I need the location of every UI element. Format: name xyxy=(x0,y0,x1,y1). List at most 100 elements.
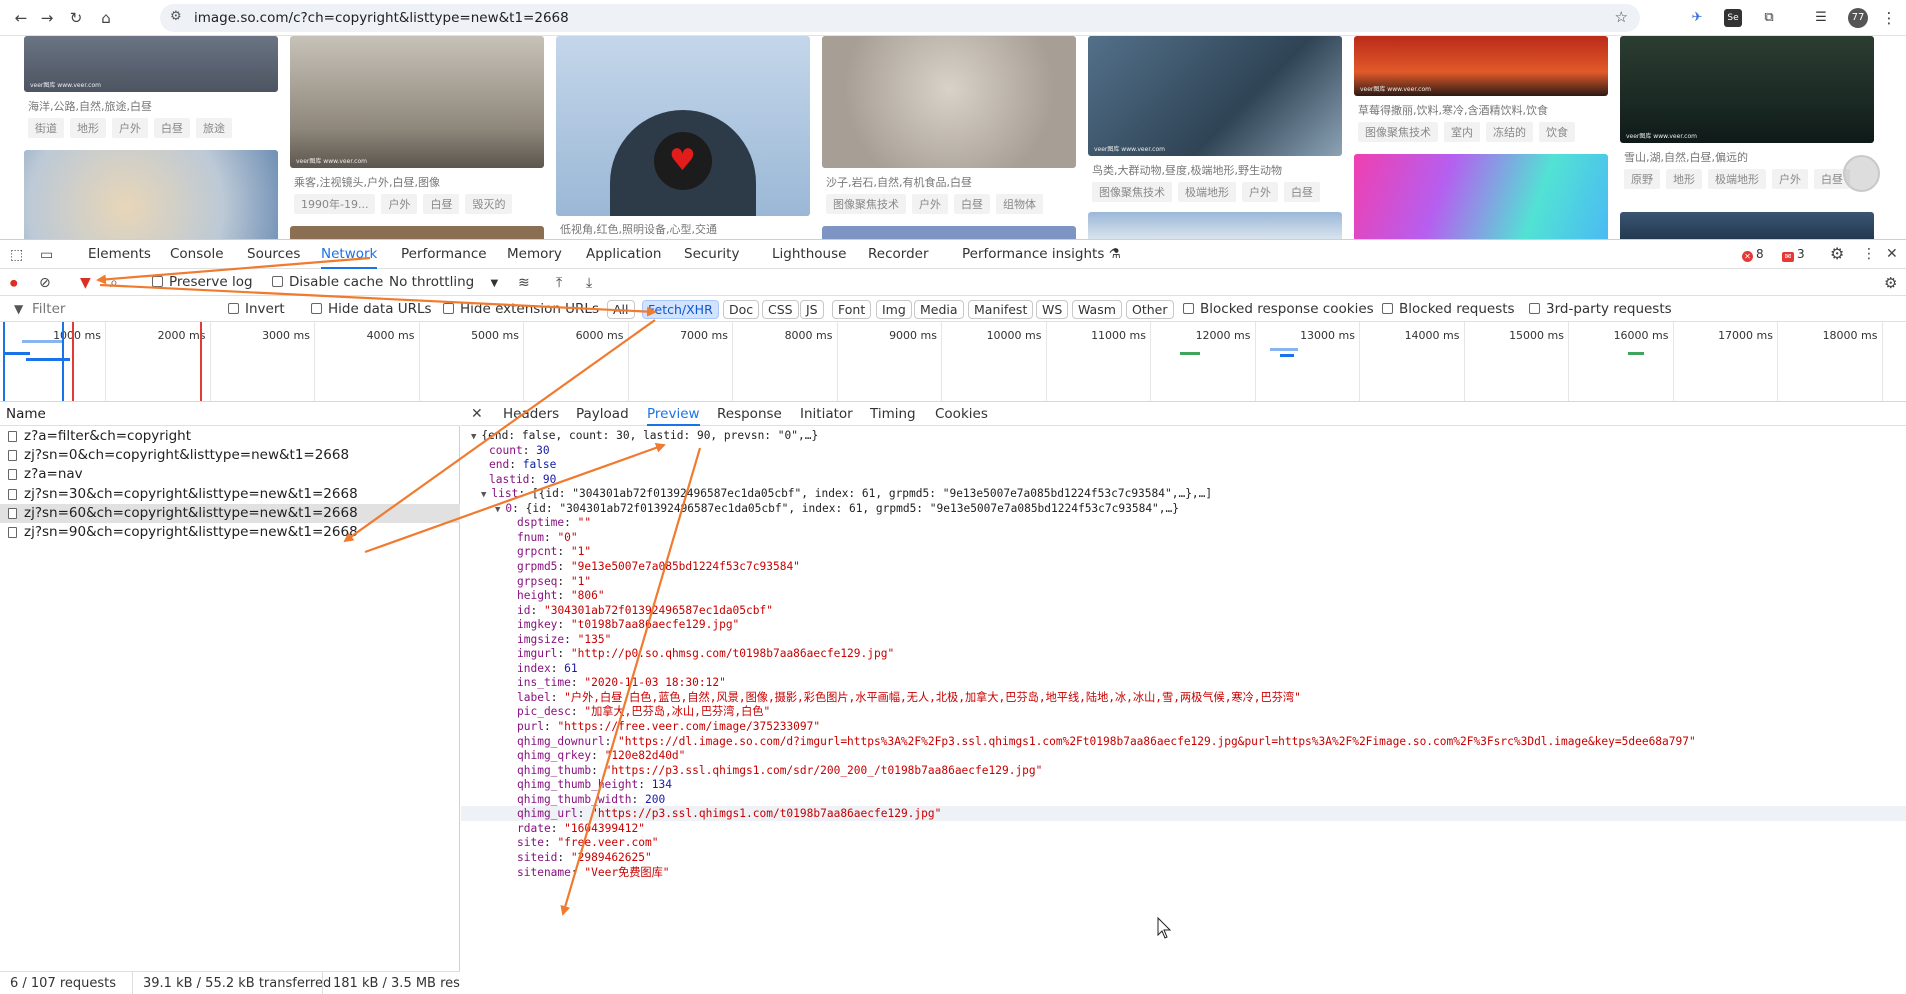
tab-headers[interactable]: Headers xyxy=(503,402,559,426)
request-row[interactable]: zj?sn=60&ch=copyright&listtype=new&t1=26… xyxy=(0,503,460,523)
tab-application[interactable]: Application xyxy=(586,240,661,269)
extensions-puzzle-icon[interactable]: ⧉ xyxy=(1760,9,1778,27)
tab-memory[interactable]: Memory xyxy=(507,240,562,269)
json-property-line[interactable]: ▼ list: [{id: "304301ab72f01392496587ec1d… xyxy=(481,486,1212,501)
extension-icon[interactable]: ✈ xyxy=(1688,9,1706,27)
filter-chip-all[interactable]: All xyxy=(607,300,635,319)
tab-timing[interactable]: Timing xyxy=(870,402,916,426)
tab-recorder[interactable]: Recorder xyxy=(868,240,929,269)
profile-avatar[interactable]: 77 xyxy=(1848,8,1868,28)
tab-network[interactable]: Network xyxy=(321,240,378,269)
settings-gear-icon[interactable]: ⚙ xyxy=(1830,245,1844,263)
filter-chip-wasm[interactable]: Wasm xyxy=(1072,300,1122,319)
filter-chip-css[interactable]: CSS xyxy=(762,300,799,319)
error-badge[interactable]: ✕ 8 xyxy=(1742,247,1764,262)
image-thumbnail[interactable] xyxy=(1088,212,1342,239)
inspect-element-icon[interactable]: ⬚ xyxy=(10,246,23,264)
forward-icon[interactable]: → xyxy=(36,7,58,29)
filter-chip-fetch-xhr[interactable]: Fetch/XHR xyxy=(642,300,719,319)
tag[interactable]: 室内 xyxy=(1444,122,1480,142)
tab-security[interactable]: Security xyxy=(684,240,739,269)
image-thumbnail[interactable] xyxy=(822,36,1076,168)
filter-chip-img[interactable]: Img xyxy=(876,300,912,319)
image-thumbnail[interactable]: veer图库 www.veer.com xyxy=(1620,36,1874,143)
tab-lighthouse[interactable]: Lighthouse xyxy=(772,240,846,269)
request-row[interactable]: zj?sn=30&ch=copyright&listtype=new&t1=26… xyxy=(0,485,460,504)
site-info-icon[interactable]: ⚙ xyxy=(170,9,182,24)
extension-icon[interactable]: Se xyxy=(1724,9,1742,27)
network-conditions-icon[interactable]: ≋ xyxy=(518,274,530,292)
tab-cookies[interactable]: Cookies xyxy=(935,402,988,426)
tab-console[interactable]: Console xyxy=(170,240,224,269)
close-devtools-icon[interactable]: ✕ xyxy=(1886,245,1898,263)
tag[interactable]: 旅途 xyxy=(196,118,232,138)
tag[interactable]: 饮食 xyxy=(1539,122,1575,142)
image-thumbnail[interactable] xyxy=(1620,212,1874,239)
clear-icon[interactable]: ⊘ xyxy=(39,274,51,292)
more-options-icon[interactable]: ⋮ xyxy=(1862,245,1876,263)
name-column-header[interactable]: Name xyxy=(0,402,460,426)
blocked-requests-checkbox[interactable]: Blocked requests xyxy=(1382,296,1515,322)
tab-initiator[interactable]: Initiator xyxy=(800,402,853,426)
filter-chip-doc[interactable]: Doc xyxy=(723,300,760,319)
image-thumbnail[interactable] xyxy=(1354,154,1608,239)
filter-chip-ws[interactable]: WS xyxy=(1036,300,1069,319)
tag[interactable]: 图像聚焦技术 xyxy=(1358,122,1438,142)
address-bar[interactable]: ⚙ image.so.com/c?ch=copyright&listtype=n… xyxy=(160,4,1640,32)
request-row[interactable]: zj?sn=90&ch=copyright&listtype=new&t1=26… xyxy=(0,523,460,542)
request-row[interactable]: z?a=filter&ch=copyright xyxy=(0,427,460,446)
tag[interactable]: 户外 xyxy=(381,194,418,214)
tag[interactable]: 白昼 xyxy=(154,118,190,138)
tag[interactable]: 户外 xyxy=(1242,182,1278,202)
preserve-log-checkbox[interactable]: Preserve log xyxy=(152,269,253,296)
tag[interactable]: 原野 xyxy=(1624,169,1660,189)
json-property-line[interactable]: ▼ 0: {id: "304301ab72f01392496587ec1da05c… xyxy=(495,501,1179,516)
hide-data-urls-checkbox[interactable]: Hide data URLs xyxy=(311,296,432,322)
image-thumbnail[interactable]: ♥ xyxy=(556,36,810,216)
json-root-line[interactable]: ▼ {end: false, count: 30, lastid: 90, pre… xyxy=(471,428,818,443)
device-toolbar-icon[interactable]: ▭ xyxy=(40,246,53,264)
network-overview-timeline[interactable]: 1000 ms 2000 ms 3000 ms 4000 ms 5000 ms 6000 … xyxy=(0,322,1906,402)
tab-response[interactable]: Response xyxy=(717,402,782,426)
tag[interactable]: 地形 xyxy=(70,118,106,138)
network-settings-icon[interactable]: ⚙ xyxy=(1884,274,1897,292)
tab-payload[interactable]: Payload xyxy=(576,402,629,426)
import-har-icon[interactable]: ⤒ xyxy=(556,274,562,292)
tag[interactable]: 户外 xyxy=(1772,169,1808,189)
close-detail-icon[interactable]: ✕ xyxy=(471,405,483,423)
third-party-requests-checkbox[interactable]: 3rd-party requests xyxy=(1529,296,1672,322)
tag[interactable]: 1990年-19... xyxy=(294,194,376,214)
tag[interactable]: 户外 xyxy=(112,118,148,138)
tag[interactable]: 毁灭的 xyxy=(465,194,513,214)
reload-icon[interactable]: ↻ xyxy=(65,7,87,29)
browser-menu-icon[interactable]: ⋮ xyxy=(1880,9,1898,27)
tag[interactable]: 地形 xyxy=(1666,169,1702,189)
tab-sources[interactable]: Sources xyxy=(247,240,300,269)
image-thumbnail[interactable] xyxy=(822,226,1076,239)
request-row[interactable]: zj?sn=0&ch=copyright&listtype=new&t1=266… xyxy=(0,446,460,465)
throttling-select[interactable]: No throttling ▼ xyxy=(389,269,498,296)
hide-extension-urls-checkbox[interactable]: Hide extension URLs xyxy=(443,296,599,322)
search-icon[interactable]: ⌕ xyxy=(110,274,118,292)
tab-performance-insights[interactable]: Performance insights ⚗ xyxy=(962,240,1121,269)
scroll-to-top-button[interactable] xyxy=(1843,155,1880,192)
reading-list-icon[interactable]: ☰ xyxy=(1812,9,1830,27)
image-thumbnail[interactable]: veer图库 www.veer.com xyxy=(24,36,278,92)
record-icon[interactable]: ⏺ xyxy=(10,274,18,292)
request-row[interactable]: z?a=nav xyxy=(0,465,460,484)
tag[interactable]: 图像聚焦技术 xyxy=(826,194,906,214)
issue-badge[interactable]: ✉ 3 xyxy=(1782,247,1805,262)
tag[interactable]: 极端地形 xyxy=(1708,169,1766,189)
tag[interactable]: 组物体 xyxy=(996,194,1043,214)
back-icon[interactable]: ← xyxy=(10,7,32,29)
tag[interactable]: 白昼 xyxy=(423,194,460,214)
tab-performance[interactable]: Performance xyxy=(401,240,487,269)
filter-input[interactable]: ▼ Filter xyxy=(8,300,218,318)
export-har-icon[interactable]: ⤓ xyxy=(586,274,592,292)
home-icon[interactable]: ⌂ xyxy=(95,7,117,29)
filter-chip-font[interactable]: Font xyxy=(832,300,872,319)
bookmark-star-icon[interactable]: ☆ xyxy=(1615,8,1628,26)
filter-chip-media[interactable]: Media xyxy=(914,300,964,319)
image-thumbnail[interactable]: veer图库 www.veer.com xyxy=(1354,36,1608,96)
tag[interactable]: 户外 xyxy=(912,194,948,214)
